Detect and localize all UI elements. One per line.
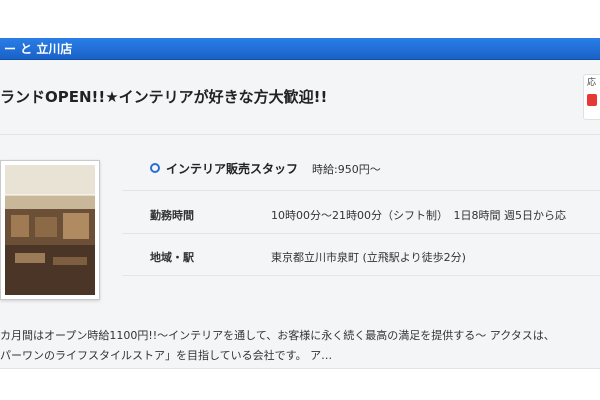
store-interior-image [5,165,95,295]
row-divider [122,190,600,191]
circle-bullet-icon [150,163,160,173]
apply-badge[interactable]: 応 [583,74,600,120]
position-title[interactable]: インテリア販売スタッフ [166,160,298,177]
listing-description[interactable]: カ月間はオープン時給1100円!!〜インテリアを通して、お客様に永く続く最高の満… [0,326,600,366]
store-photo[interactable] [0,160,100,300]
listing-headline[interactable]: ランドOPEN!!★インテリアが好きな方大歓迎!! [0,86,560,107]
description-line: パーワンのライフスタイルストア」を目指している会社です。 ア… [0,349,333,362]
store-name: ー と 立川店 [4,42,73,56]
badge-red-icon [587,94,597,106]
top-whitespace [0,0,600,38]
store-header-bar[interactable]: ー と 立川店 [0,38,600,60]
hours-value: 10時00分〜21時00分（シフト制） 1日8時間 週5日から応 [271,209,566,222]
row-divider [122,233,600,234]
location-label: 地域・駅 [150,251,194,264]
location-value: 東京都立川市泉町 (立飛駅より徒歩2分) [271,251,466,264]
row-divider [122,275,600,276]
hours-label: 勤務時間 [150,209,194,222]
wage-text: 時給:950円〜 [312,163,381,176]
headline-divider [0,134,600,135]
badge-text: 応 [587,78,597,88]
description-line: カ月間はオープン時給1100円!!〜インテリアを通して、お客様に永く続く最高の満… [0,329,555,342]
